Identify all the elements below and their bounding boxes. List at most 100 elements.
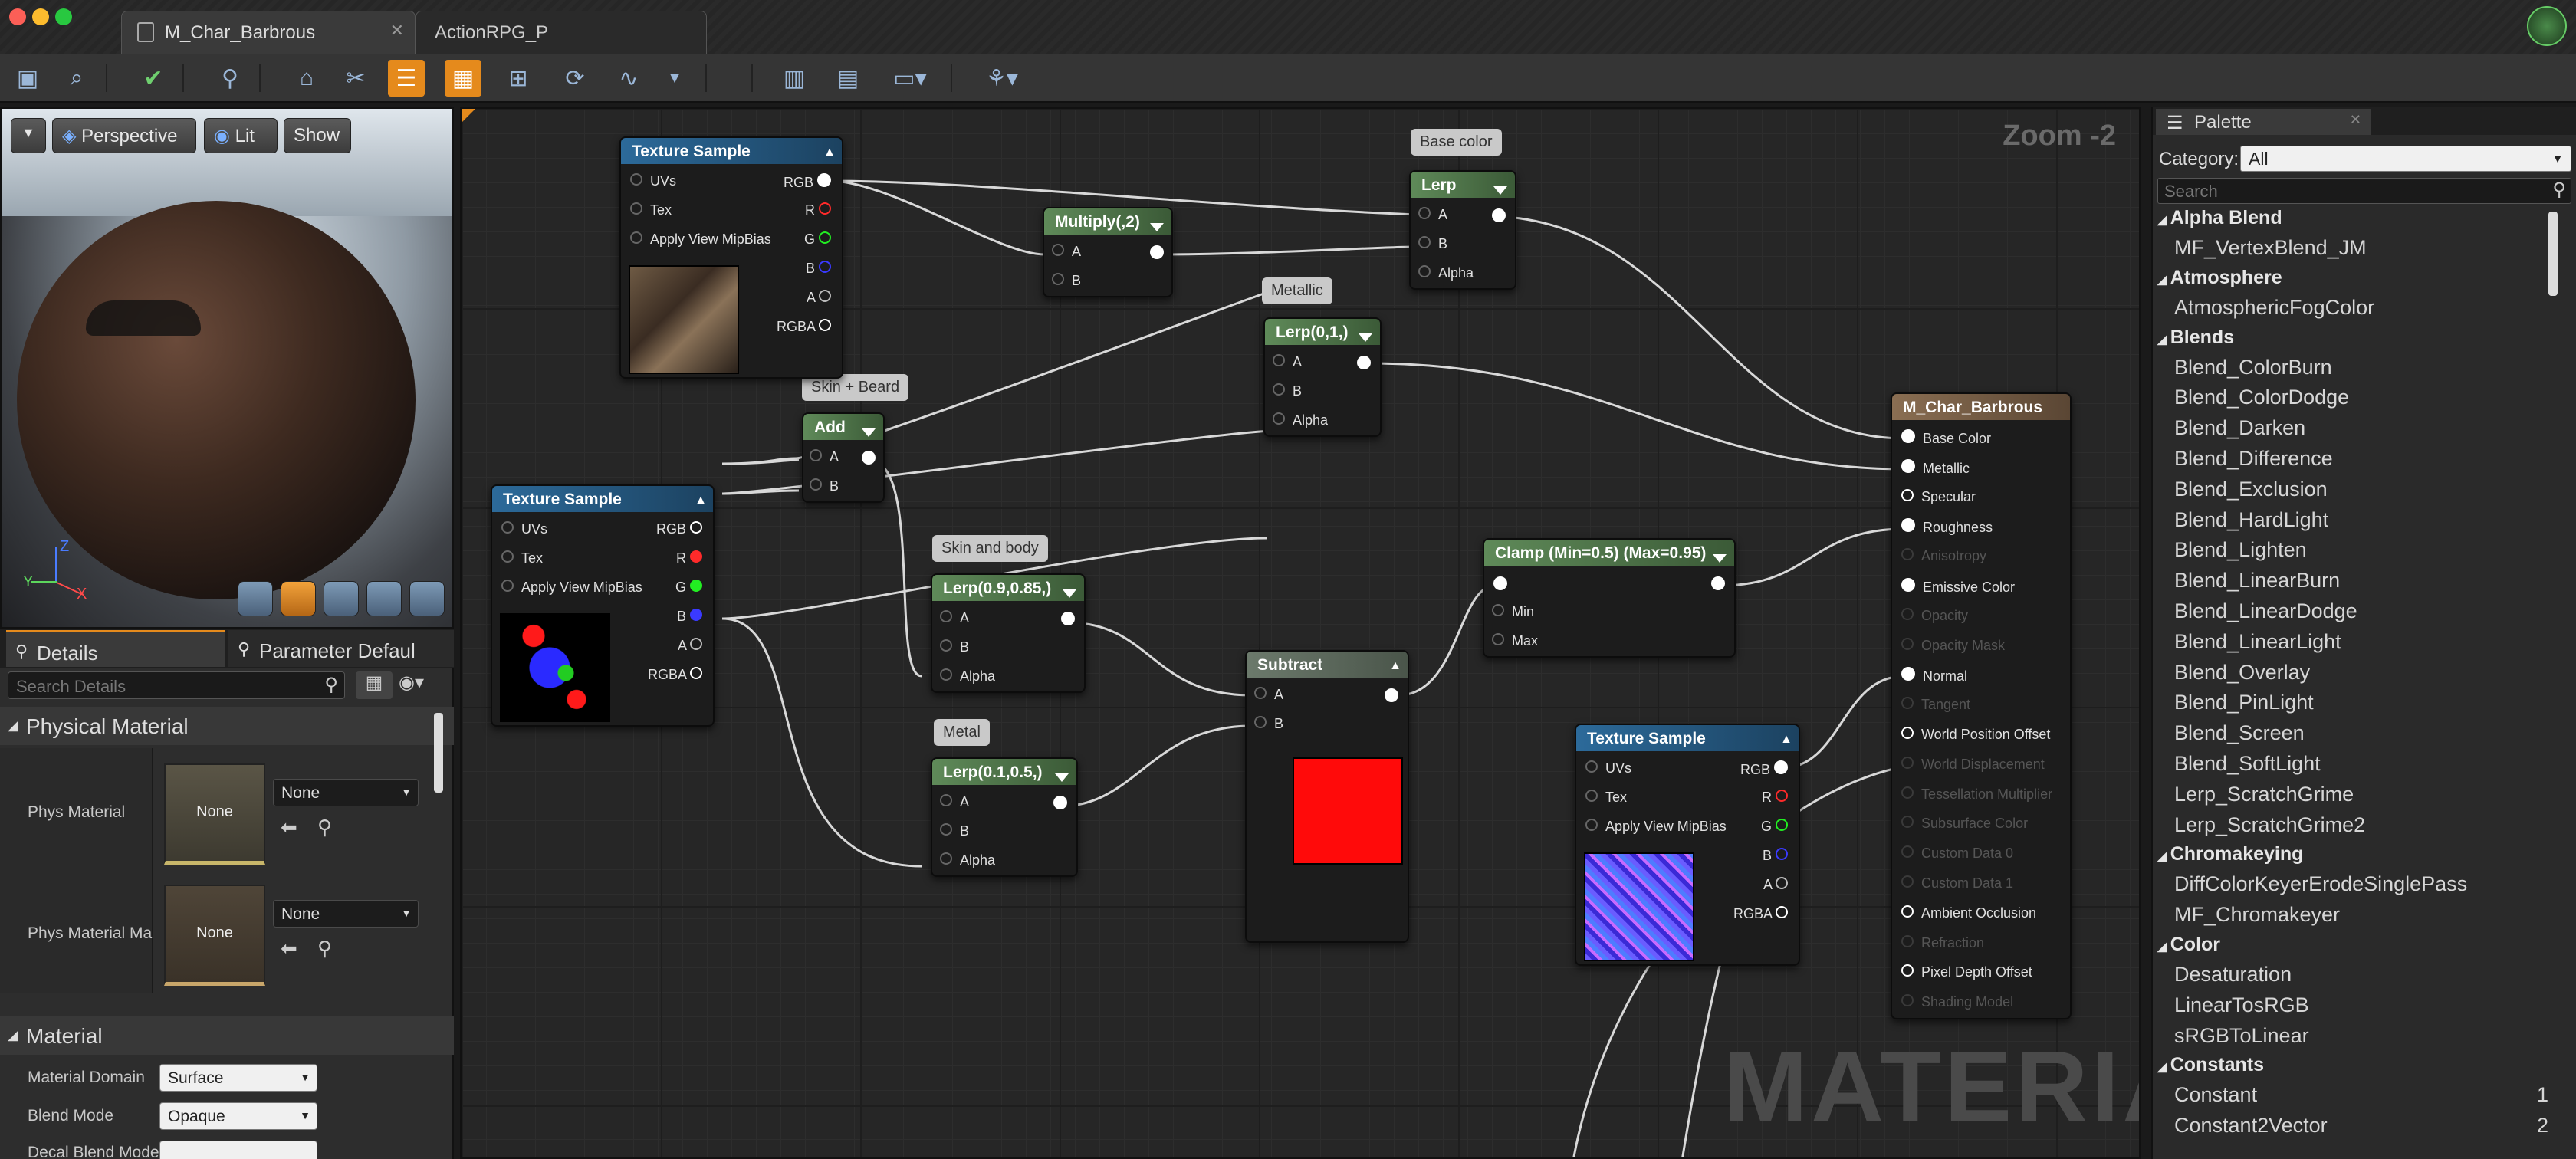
palette-item[interactable]: Blend_Difference [2174,447,2548,478]
preview-viewport[interactable]: ▼ ◈ Perspective ◉ Lit Show Z X Y [0,107,454,629]
show-button[interactable]: Show [284,118,351,153]
palette-category[interactable]: ◢ Constants [2157,1054,2548,1083]
palette-item[interactable]: Blend_Exclusion [2174,478,2548,508]
output-pin-rgb[interactable]: RGB [784,173,831,202]
input-pin-mipbias[interactable]: Apply View MipBias [501,580,642,609]
cylinder-preview-icon[interactable] [238,581,273,616]
output-pin-g[interactable]: G [675,580,702,609]
input-pin-mipbias[interactable]: Apply View MipBias [630,231,771,261]
palette-item[interactable]: Blend_Lighten [2174,538,2548,569]
cube-preview-icon[interactable] [366,581,402,616]
palette-category[interactable]: ◢ Color [2157,934,2548,963]
material-result-node[interactable]: M_Char_Barbrous Base Color Metallic Spec… [1891,392,2072,1019]
comment-metallic[interactable]: Metallic [1262,277,1332,304]
output-pin-rgba[interactable]: RGBA [1733,906,1788,935]
subtract-node[interactable]: Subtract ▲ A B [1245,650,1409,943]
custom-mesh-preview-icon[interactable] [409,581,445,616]
collapse-icon[interactable]: ▲ [1389,659,1401,673]
collapse-icon[interactable]: ▲ [695,494,707,507]
eye-visibility-icon[interactable]: ◉▾ [399,671,451,699]
palette-item[interactable]: Blend_LinearDodge [2174,599,2548,630]
output-pin-a[interactable]: A [1763,877,1788,906]
input-pin-a[interactable]: A [1052,244,1081,273]
input-pin-alpha[interactable]: Alpha [940,668,995,698]
result-pin-tangent[interactable]: Tangent [1901,697,1970,726]
result-pin-anisotropy[interactable]: Anisotropy [1901,548,1986,577]
palette-item[interactable]: MF_Chromakeyer [2174,903,2548,934]
lerp-0-1-node[interactable]: Lerp(0,1,) A B Alpha [1263,317,1382,437]
use-selected-arrow-icon[interactable]: ⬅ [281,937,297,960]
palette-item[interactable]: Blend_Overlay [2174,661,2548,691]
result-pin-world-displacement[interactable]: World Displacement [1901,756,2045,786]
texture-sample-node[interactable]: Texture Sample ▲ UVs Tex Apply View MipBi… [619,136,843,379]
tab-palette[interactable]: ☰ Palette ✕ [2156,109,2371,135]
palette-category[interactable]: ◢ Chromakeying [2157,843,2548,872]
palette-item[interactable]: Blend_HardLight [2174,508,2548,539]
collapse-icon[interactable]: ▲ [1780,733,1792,747]
property-matrix-icon[interactable]: ▦ [356,671,393,699]
search-icon[interactable]: ⚲ [212,60,248,97]
collapse-icon[interactable] [1359,328,1372,346]
output-pin-g[interactable]: G [804,231,831,261]
collapse-icon[interactable] [1055,768,1069,786]
input-pin-alpha[interactable]: Alpha [1418,265,1474,294]
plane-preview-icon[interactable] [324,581,359,616]
palette-item[interactable]: Desaturation [2174,963,2548,993]
output-pin-r[interactable]: R [1762,790,1788,819]
input-pin-min[interactable]: Min [1492,604,1534,633]
close-window-icon[interactable] [9,8,26,25]
apply-icon[interactable]: ✔ [135,60,172,97]
category-dropdown[interactable]: All ▼ [2240,146,2571,172]
tab-material-editor[interactable]: M_Char_Barbrous ✕ [121,11,416,54]
input-pin-tex[interactable]: Tex [501,550,543,580]
material-domain-dropdown[interactable]: Surface ▼ [159,1064,317,1092]
result-pin-specular[interactable]: Specular [1901,488,1976,518]
palette-scrollbar[interactable] [2548,212,2558,296]
decal-blend-mode-dropdown[interactable] [159,1141,317,1159]
output-pin[interactable] [1150,245,1164,263]
details-search-input[interactable]: Search Details ⚲ [8,671,345,699]
result-pin-pixel-depth-offset[interactable]: Pixel Depth Offset [1901,964,2032,993]
collapse-icon[interactable] [1493,181,1507,199]
output-pin-rgba[interactable]: RGBA [648,667,702,696]
viewport-options-button[interactable]: ▼ [11,118,46,153]
result-pin-ambient-occlusion[interactable]: Ambient Occlusion [1901,905,2036,934]
palette-category[interactable]: ◢ Alpha Blend [2157,207,2548,236]
palette-item[interactable]: Blend_PinLight [2174,691,2548,721]
input-pin-alpha[interactable]: Alpha [1273,412,1328,442]
lerp-01-05-node[interactable]: Lerp(0.1,0.5,) A B Alpha [931,757,1078,877]
phys-material-mask-dropdown[interactable]: None ▼ [273,900,419,928]
phys-material-thumbnail[interactable]: None [164,763,265,865]
perspective-button[interactable]: ◈ Perspective [52,118,196,153]
clamp-node[interactable]: Clamp (Min=0.5) (Max=0.95) Min Max [1483,538,1736,658]
result-pin-shading-model[interactable]: Shading Model [1901,994,2013,1023]
preview-node-icon[interactable]: ▦ [445,60,481,97]
details-scrollbar[interactable] [434,713,443,793]
close-tab-icon[interactable]: ✕ [390,21,404,41]
output-pin-r[interactable]: R [805,202,831,231]
output-pin[interactable] [1061,612,1075,629]
close-tab-icon[interactable]: ✕ [2350,112,2361,128]
use-selected-arrow-icon[interactable]: ⬅ [281,816,297,839]
output-pin-rgba[interactable]: RGBA [777,319,831,348]
platform-stats-icon[interactable]: ▭▾ [883,60,937,97]
result-pin-roughness[interactable]: Roughness [1901,518,1993,547]
palette-item[interactable]: Blend_Screen [2174,721,2548,752]
result-pin-custom-data-0[interactable]: Custom Data 0 [1901,845,2013,875]
multiply-node[interactable]: Multiply(,2) A B [1043,207,1173,297]
live-preview-icon[interactable]: ⊞ [500,60,537,97]
input-pin-tex[interactable]: Tex [1585,790,1627,819]
input-pin-b[interactable]: B [940,823,969,852]
output-pin-rgb[interactable]: RGB [656,521,702,550]
section-material[interactable]: ◢ Material [0,1016,454,1055]
input-pin-a[interactable]: A [1418,207,1447,236]
result-pin-subsurface-color[interactable]: Subsurface Color [1901,816,2028,845]
palette-category[interactable]: ◢ Atmosphere [2157,267,2548,296]
output-pin-b[interactable]: B [806,261,831,290]
palette-item[interactable]: Blend_LinearLight [2174,630,2548,661]
tab-parameter-defaults[interactable]: ⚲ Parameter Defaul [228,630,454,667]
comment-base-color[interactable]: Base color [1411,129,1502,156]
palette-search-input[interactable]: Search ⚲ [2157,178,2571,204]
palette-item[interactable]: Constant 1 [2174,1083,2548,1114]
tab-details[interactable]: ⚲ Details [6,630,225,667]
